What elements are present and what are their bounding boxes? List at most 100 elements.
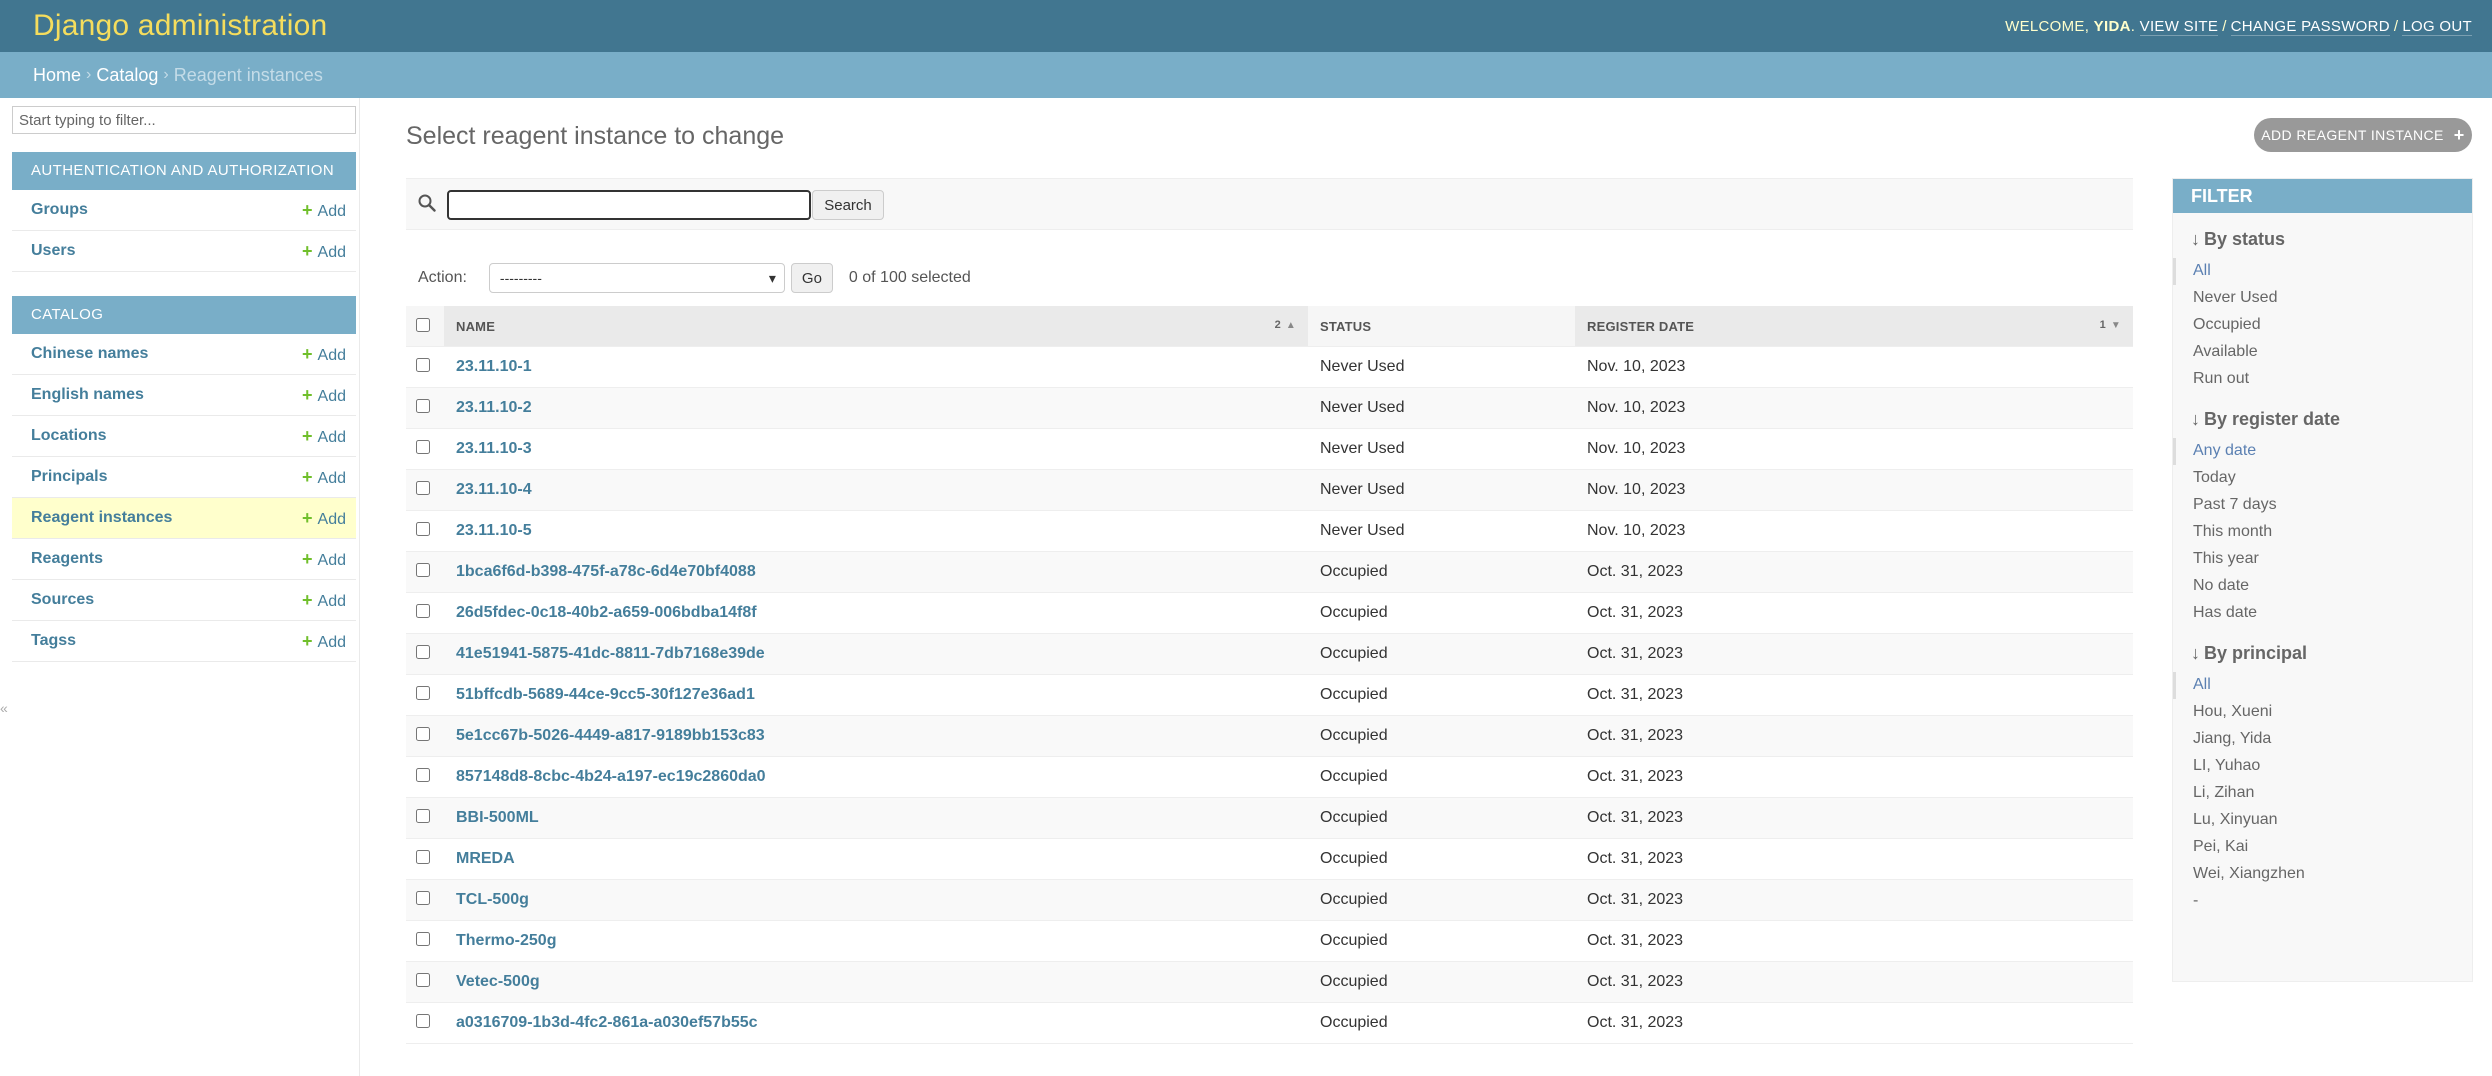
add-users-link[interactable]: + Add xyxy=(302,241,346,262)
filter-choice[interactable]: Li, Zihan xyxy=(2173,780,2472,807)
row-name-link[interactable]: 23.11.10-1 xyxy=(456,358,532,375)
sidebar-filter-input[interactable] xyxy=(12,106,356,134)
model-link-chinese-names[interactable]: Chinese names xyxy=(31,345,148,363)
filter-choice[interactable]: Jiang, Yida xyxy=(2173,726,2472,753)
sort-indicator[interactable]: 1 ▼ xyxy=(2100,319,2121,331)
breadcrumb-home[interactable]: Home xyxy=(33,65,81,86)
add-tagss-link[interactable]: + Add xyxy=(302,631,346,652)
row-checkbox[interactable] xyxy=(416,808,430,823)
row-name-link[interactable]: 857148d8-8cbc-4b24-a197-ec19c2860da0 xyxy=(456,768,766,785)
filter-choice[interactable]: Available xyxy=(2173,339,2472,366)
row-checkbox[interactable] xyxy=(416,931,430,946)
filter-choice[interactable]: - xyxy=(2173,888,2472,915)
row-checkbox[interactable] xyxy=(416,890,430,905)
filter-choice[interactable]: Any date xyxy=(2173,438,2472,465)
row-name-link[interactable]: TCL-500g xyxy=(456,891,529,908)
row-checkbox[interactable] xyxy=(416,603,430,618)
row-checkbox[interactable] xyxy=(416,398,430,413)
row-name-link[interactable]: 41e51941-5875-41dc-8811-7db7168e39de xyxy=(456,645,765,662)
row-checkbox[interactable] xyxy=(416,972,430,987)
add-reagent-instance-button[interactable]: Add reagent instance + xyxy=(2254,118,2472,152)
model-link-locations[interactable]: Locations xyxy=(31,427,107,445)
row-name-link[interactable]: 1bca6f6d-b398-475f-a78c-6d4e70bf4088 xyxy=(456,563,756,580)
column-header-register-date[interactable]: Register date 1 ▼ xyxy=(1575,306,2133,347)
filter-choice[interactable]: No date xyxy=(2173,573,2472,600)
row-name-link[interactable]: Vetec-500g xyxy=(456,973,540,990)
breadcrumb-catalog[interactable]: Catalog xyxy=(96,65,158,86)
filter-choice[interactable]: Wei, Xiangzhen xyxy=(2173,861,2472,888)
filter-choice[interactable]: Has date xyxy=(2173,600,2472,627)
module-auth-link[interactable]: Authentication and Authorization xyxy=(31,162,334,179)
row-name-link[interactable]: 23.11.10-4 xyxy=(456,481,532,498)
filter-choice[interactable]: LI, Yuhao xyxy=(2173,753,2472,780)
row-name-link[interactable]: 23.11.10-3 xyxy=(456,440,532,457)
add-reagents-link[interactable]: + Add xyxy=(302,549,346,570)
filter-title[interactable]: ↓ By principal xyxy=(2173,643,2472,664)
sort-indicator[interactable]: 2 ▲ xyxy=(1275,319,1296,331)
row-checkbox[interactable] xyxy=(416,521,430,536)
row-name-link[interactable]: a0316709-1b3d-4fc2-861a-a030ef57b55c xyxy=(456,1014,758,1031)
add-locations-link[interactable]: + Add xyxy=(302,426,346,447)
row-name-link[interactable]: 23.11.10-5 xyxy=(456,522,532,539)
search-input[interactable] xyxy=(447,190,811,220)
model-link-tagss[interactable]: Tagss xyxy=(31,632,76,650)
row-checkbox-cell xyxy=(406,838,444,880)
column-header-status[interactable]: Status xyxy=(1308,306,1575,347)
add-reagent-instances-link[interactable]: + Add xyxy=(302,508,346,529)
change-password-link[interactable]: Change password xyxy=(2230,17,2390,36)
row-name-link[interactable]: 5e1cc67b-5026-4449-a817-9189bb153c83 xyxy=(456,727,765,744)
filter-choice[interactable]: Past 7 days xyxy=(2173,492,2472,519)
model-link-sources[interactable]: Sources xyxy=(31,591,94,609)
row-name-link[interactable]: MREDA xyxy=(456,850,515,867)
filter-choice[interactable]: Pei, Kai xyxy=(2173,834,2472,861)
row-name-link[interactable]: 26d5fdec-0c18-40b2-a659-006bdba14f8f xyxy=(456,604,757,621)
row-checkbox[interactable] xyxy=(416,726,430,741)
row-checkbox[interactable] xyxy=(416,767,430,782)
row-name-link[interactable]: Thermo-250g xyxy=(456,932,556,949)
module-catalog-link[interactable]: Catalog xyxy=(31,306,103,323)
filter-choice[interactable]: This month xyxy=(2173,519,2472,546)
model-link-english-names[interactable]: English names xyxy=(31,386,144,404)
row-name-link[interactable]: 23.11.10-2 xyxy=(456,399,532,416)
add-principals-link[interactable]: + Add xyxy=(302,467,346,488)
row-name-link[interactable]: 51bffcdb-5689-44ce-9cc5-30f127e36ad1 xyxy=(456,686,755,703)
column-header-name[interactable]: Name 2 ▲ xyxy=(444,306,1308,347)
site-branding[interactable]: Django administration xyxy=(33,9,327,43)
filter-choice[interactable]: This year xyxy=(2173,546,2472,573)
row-checkbox[interactable] xyxy=(416,1013,430,1028)
model-link-users[interactable]: Users xyxy=(31,242,75,260)
model-link-reagents[interactable]: Reagents xyxy=(31,550,103,568)
model-link-groups[interactable]: Groups xyxy=(31,201,88,219)
row-name-link[interactable]: BBI-500ML xyxy=(456,809,539,826)
sidebar-collapse-toggle[interactable]: « xyxy=(0,700,8,716)
filter-choice[interactable]: Never Used xyxy=(2173,285,2472,312)
row-checkbox[interactable] xyxy=(416,685,430,700)
select-all-checkbox[interactable] xyxy=(416,317,430,332)
filter-choice[interactable]: All xyxy=(2173,672,2472,699)
add-english-names-link[interactable]: + Add xyxy=(302,385,346,406)
view-site-link[interactable]: View site xyxy=(2139,17,2219,36)
filter-choice[interactable]: All xyxy=(2173,258,2472,285)
add-sources-link[interactable]: + Add xyxy=(302,590,346,611)
search-button[interactable]: Search xyxy=(812,190,884,220)
row-checkbox[interactable] xyxy=(416,849,430,864)
go-button[interactable]: Go xyxy=(790,263,833,293)
row-checkbox[interactable] xyxy=(416,644,430,659)
filter-choice[interactable]: Today xyxy=(2173,465,2472,492)
filter-choice[interactable]: Lu, Xinyuan xyxy=(2173,807,2472,834)
filter-choice[interactable]: Run out xyxy=(2173,366,2472,393)
filter-choice[interactable]: Occupied xyxy=(2173,312,2472,339)
filter-title[interactable]: ↓ By status xyxy=(2173,229,2472,250)
row-checkbox[interactable] xyxy=(416,562,430,577)
row-checkbox[interactable] xyxy=(416,357,430,372)
add-groups-link[interactable]: + Add xyxy=(302,200,346,221)
filter-choice[interactable]: Hou, Xueni xyxy=(2173,699,2472,726)
model-link-reagent-instances[interactable]: Reagent instances xyxy=(31,509,172,527)
model-link-principals[interactable]: Principals xyxy=(31,468,107,486)
logout-link[interactable]: Log out xyxy=(2402,17,2472,36)
action-select[interactable]: --------- ▾ xyxy=(488,263,785,293)
row-checkbox[interactable] xyxy=(416,480,430,495)
add-chinese-names-link[interactable]: + Add xyxy=(302,344,346,365)
row-checkbox[interactable] xyxy=(416,439,430,454)
filter-title[interactable]: ↓ By register date xyxy=(2173,409,2472,430)
